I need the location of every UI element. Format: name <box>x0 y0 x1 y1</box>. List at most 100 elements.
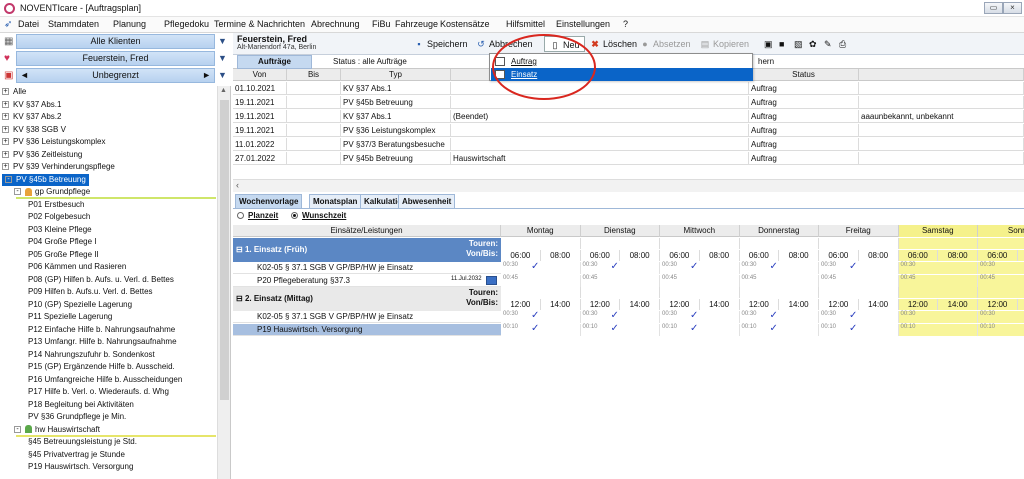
expand-icon[interactable]: + <box>2 138 9 146</box>
service-day-cell[interactable]: 00:30 ✓ <box>739 310 819 323</box>
expand-icon[interactable]: + <box>2 163 9 171</box>
time-bis[interactable]: 08:00 <box>858 250 899 261</box>
service-day-cell[interactable]: 00:30 <box>898 311 978 323</box>
order-row[interactable]: 19.11.2021 PV §36 Leistungskomplex Auftrag <box>233 124 1024 137</box>
service-day-cell[interactable]: 00:10 ✓ <box>660 323 740 336</box>
time-von[interactable]: 12:00 <box>898 299 939 310</box>
collapse-icon[interactable]: - <box>14 188 21 196</box>
menu-item[interactable]: Stammdaten <box>48 19 99 29</box>
menu-item[interactable]: Abrechnung <box>311 19 360 29</box>
touren-cell[interactable] <box>580 238 660 249</box>
tree-item[interactable]: P19 Hauswirtsch. Versorgung <box>28 461 133 473</box>
collapse-icon[interactable]: ⊟ <box>236 245 245 254</box>
service-day-cell[interactable]: 00:30 ✓ <box>660 310 740 323</box>
calendar-icon[interactable] <box>486 275 497 285</box>
chevron-down-icon[interactable]: ▼ <box>218 70 227 80</box>
menu-item[interactable]: Kostensätze <box>440 19 490 29</box>
time-von[interactable]: 12:00 <box>978 299 1018 310</box>
touren-cell[interactable] <box>580 287 660 298</box>
tree-item[interactable]: - PV §45b Betreuung <box>2 173 89 186</box>
tree-item[interactable]: §45 Betreuungsleistung je Std. <box>28 436 137 448</box>
touren-cell[interactable] <box>898 238 978 249</box>
order-row[interactable]: 19.11.2021 KV §37 Abs.1 (Beendet) Auftrag aa… <box>233 110 1024 123</box>
touren-cell[interactable] <box>978 238 1024 249</box>
time-bis[interactable]: 08:00 <box>540 250 581 261</box>
service-day-cell[interactable]: 00:30 ✓ <box>580 261 660 274</box>
tree-item[interactable]: P06 Kämmen und Rasieren <box>28 261 126 273</box>
time-von[interactable]: 06:00 <box>580 250 621 261</box>
tree-item[interactable]: PV §36 Grundpflege je Min. <box>28 411 126 423</box>
touren-cell[interactable] <box>898 287 978 298</box>
tree-item[interactable]: + PV §39 Verhinderungspflege <box>2 161 115 173</box>
service-day-cell[interactable]: 00:10 <box>978 323 1024 336</box>
einsatz-header[interactable]: ⊟ 1. Einsatz (Früh) Touren: Von/Bis: <box>233 238 501 262</box>
time-von[interactable]: 06:00 <box>660 250 700 261</box>
collapse-icon[interactable]: - <box>14 425 21 433</box>
period-row[interactable]: ▣ ◄ Unbegrenzt ► ▼ <box>0 68 231 83</box>
service-day-cell[interactable]: 00:30 <box>978 311 1024 323</box>
status-filter[interactable]: Status : alle Aufträge <box>333 57 407 66</box>
menu-item[interactable]: ? <box>623 19 628 29</box>
toolbar-icon-5[interactable]: ✎ <box>824 36 832 52</box>
service-day-cell[interactable]: 00:10 ✓ <box>580 323 660 336</box>
client-row[interactable]: ♥ Feuerstein, Fred ▼ <box>0 51 231 66</box>
service-day-cell[interactable]: 00:30 ✓ <box>819 310 899 323</box>
tree-scrollbar[interactable]: ▲ <box>217 86 230 479</box>
service-day-cell[interactable]: 00:10 <box>898 323 978 336</box>
service-day-cell[interactable]: 00:30 ✓ <box>501 310 581 323</box>
service-day-cell[interactable]: 00:45 <box>501 274 581 287</box>
tree-item[interactable]: P15 (GP) Ergänzende Hilfe b. Ausscheid. <box>28 361 175 373</box>
expand-icon[interactable]: + <box>2 150 9 158</box>
time-von[interactable]: 06:00 <box>898 250 939 261</box>
tab-orders[interactable]: Aufträge <box>237 55 312 69</box>
menu-item[interactable]: Einstellungen <box>556 19 610 29</box>
toolbar-icon-2[interactable]: ■ <box>779 36 784 52</box>
service-day-cell[interactable]: 00:30 ✓ <box>819 261 899 274</box>
time-von[interactable]: 12:00 <box>660 299 700 310</box>
touren-cell[interactable] <box>739 287 819 298</box>
tree-item[interactable]: P03 Kleine Pflege <box>28 224 92 236</box>
client-select[interactable]: Feuerstein, Fred <box>16 51 215 66</box>
service-day-cell[interactable]: 00:45 <box>660 274 740 287</box>
radio-wunschzeit[interactable]: Wunschzeit <box>291 211 346 220</box>
time-bis[interactable]: 14:00 <box>938 299 978 310</box>
tree-item[interactable]: P04 Große Pflege I <box>28 236 96 248</box>
tree-item[interactable]: P16 Umfangreiche Hilfe b. Ausscheidungen <box>28 374 182 386</box>
col-note[interactable] <box>859 69 1024 81</box>
status-filter-2[interactable]: hern <box>758 57 774 66</box>
home-icon[interactable]: ➶ <box>4 19 12 30</box>
client-filter-row[interactable]: ▦ Alle Klienten ▼ <box>0 34 231 49</box>
toolbar-icon-1[interactable]: ▣ <box>764 36 773 52</box>
service-day-cell[interactable]: 00:45 <box>978 274 1024 287</box>
time-von[interactable]: 12:00 <box>580 299 621 310</box>
service-row[interactable]: K02-05 § 37.1 SGB V GP/BP/HW je Einsatz 0… <box>233 310 1024 323</box>
tab-abwesenheit[interactable]: Abwesenheit <box>398 194 456 209</box>
service-day-cell[interactable]: 00:30 ✓ <box>501 261 581 274</box>
tree-item[interactable]: + PV §36 Leistungskomplex <box>2 136 106 148</box>
tree-item[interactable]: P11 Spezielle Lagerung <box>28 311 112 323</box>
service-day-cell[interactable]: 00:30 ✓ <box>739 261 819 274</box>
client-filter[interactable]: Alle Klienten <box>16 34 215 49</box>
tab-monatsplan[interactable]: Monatsplan <box>309 194 362 209</box>
print-icon[interactable]: ⎙ <box>839 36 846 52</box>
col-typ[interactable]: Typ <box>341 69 451 81</box>
service-day-cell[interactable]: 00:30 ✓ <box>660 261 740 274</box>
menu-item[interactable]: Hilfsmittel <box>506 19 545 29</box>
tree-item[interactable]: P01 Erstbesuch <box>28 199 84 211</box>
time-von[interactable]: 06:00 <box>739 250 780 261</box>
order-row[interactable]: 27.01.2022 PV §45b Betreuung Hauswirtschaf… <box>233 152 1024 165</box>
col-von[interactable]: Von <box>233 69 287 81</box>
time-bis[interactable]: 14:00 <box>779 299 819 310</box>
chevron-down-icon[interactable]: ▼ <box>218 36 227 46</box>
touren-cell[interactable] <box>819 238 899 249</box>
time-von[interactable]: 12:00 <box>739 299 780 310</box>
service-day-cell[interactable]: 00:10 ✓ <box>501 323 581 336</box>
time-von[interactable]: 12:00 <box>819 299 859 310</box>
menu-item[interactable]: FiBu <box>372 19 391 29</box>
order-row[interactable]: 01.10.2021 KV §37 Abs.1 Auftrag <box>233 82 1024 95</box>
service-day-cell[interactable]: 00:10 ✓ <box>739 323 819 336</box>
tree-item[interactable]: P05 Große Pflege II <box>28 249 99 261</box>
touren-cell[interactable] <box>660 238 740 249</box>
minimize-icon[interactable]: ▭ <box>984 2 1003 14</box>
service-row[interactable]: P19 Hauswirtsch. Versorgung 00:10 ✓ 00:10 ✓ 0… <box>233 323 1024 336</box>
